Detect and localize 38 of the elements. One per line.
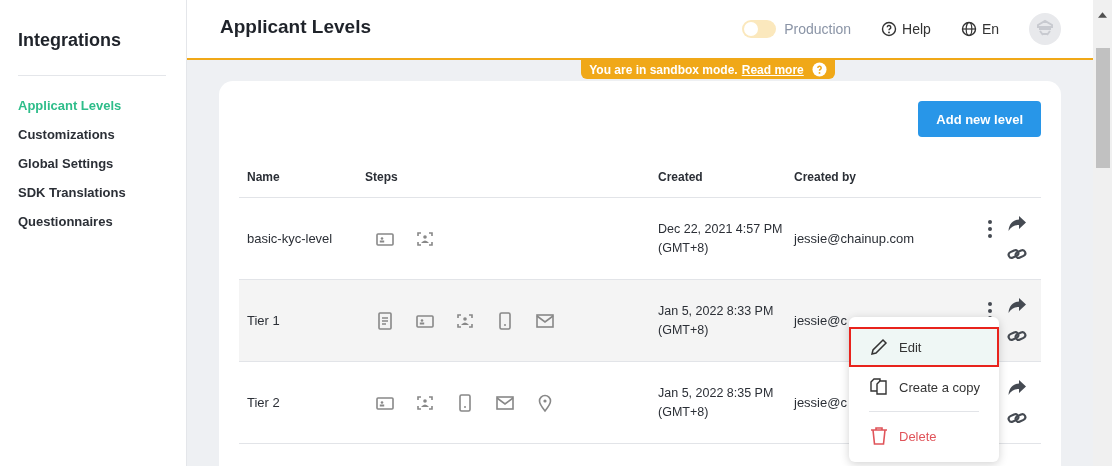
level-name: basic-kyc-level [247, 231, 334, 246]
globe-icon [960, 21, 977, 37]
sandbox-notice: You are in sandbox mode. [589, 62, 738, 77]
scrollbar-thumb[interactable] [1095, 48, 1110, 168]
creator-email: jessie@c [794, 395, 848, 410]
share-arrow-icon[interactable] [1007, 296, 1027, 315]
production-toggle[interactable] [742, 20, 777, 38]
column-header: Created [658, 170, 704, 184]
sidebar-item[interactable]: Customizations [18, 127, 166, 142]
document-icon [375, 310, 395, 331]
sidebar-item[interactable]: Global Settings [18, 156, 166, 171]
created-date: Jan 5, 2022 8:35 PM (GMT+8) [658, 384, 775, 421]
help-icon [881, 21, 898, 37]
level-name: Tier 2 [247, 395, 281, 410]
pencil-icon [869, 337, 889, 357]
sidebar-title: Integrations [18, 30, 166, 76]
created-date: Jan 5, 2022 8:33 PM (GMT+8) [658, 302, 775, 339]
menu-item[interactable]: Edit [851, 329, 997, 365]
production-label: Production [784, 21, 852, 37]
help-button[interactable]: Help [881, 21, 931, 37]
level-name: Tier 1 [247, 313, 281, 328]
created-date: Dec 22, 2021 4:57 PM (GMT+8) [658, 220, 784, 257]
sidebar-item[interactable]: Questionnaires [18, 214, 166, 229]
sidebar-item[interactable]: SDK Translations [18, 185, 166, 200]
more-icon[interactable] [987, 218, 993, 239]
column-header: Name [247, 170, 281, 184]
creator-email: jessie@c [794, 313, 848, 328]
scroll-up-icon[interactable] [1098, 12, 1107, 18]
scrollbar[interactable] [1093, 0, 1112, 466]
creator-email: jessie@chainup.com [794, 231, 916, 246]
language-button[interactable]: En [960, 21, 999, 37]
page-title: Applicant Levels [220, 16, 371, 38]
copy-icon [869, 377, 889, 397]
share-arrow-icon[interactable] [1007, 214, 1027, 233]
share-arrow-icon[interactable] [1007, 378, 1027, 397]
trash-icon [869, 426, 889, 446]
column-header: Steps [365, 170, 399, 184]
column-header: Created by [794, 170, 858, 184]
